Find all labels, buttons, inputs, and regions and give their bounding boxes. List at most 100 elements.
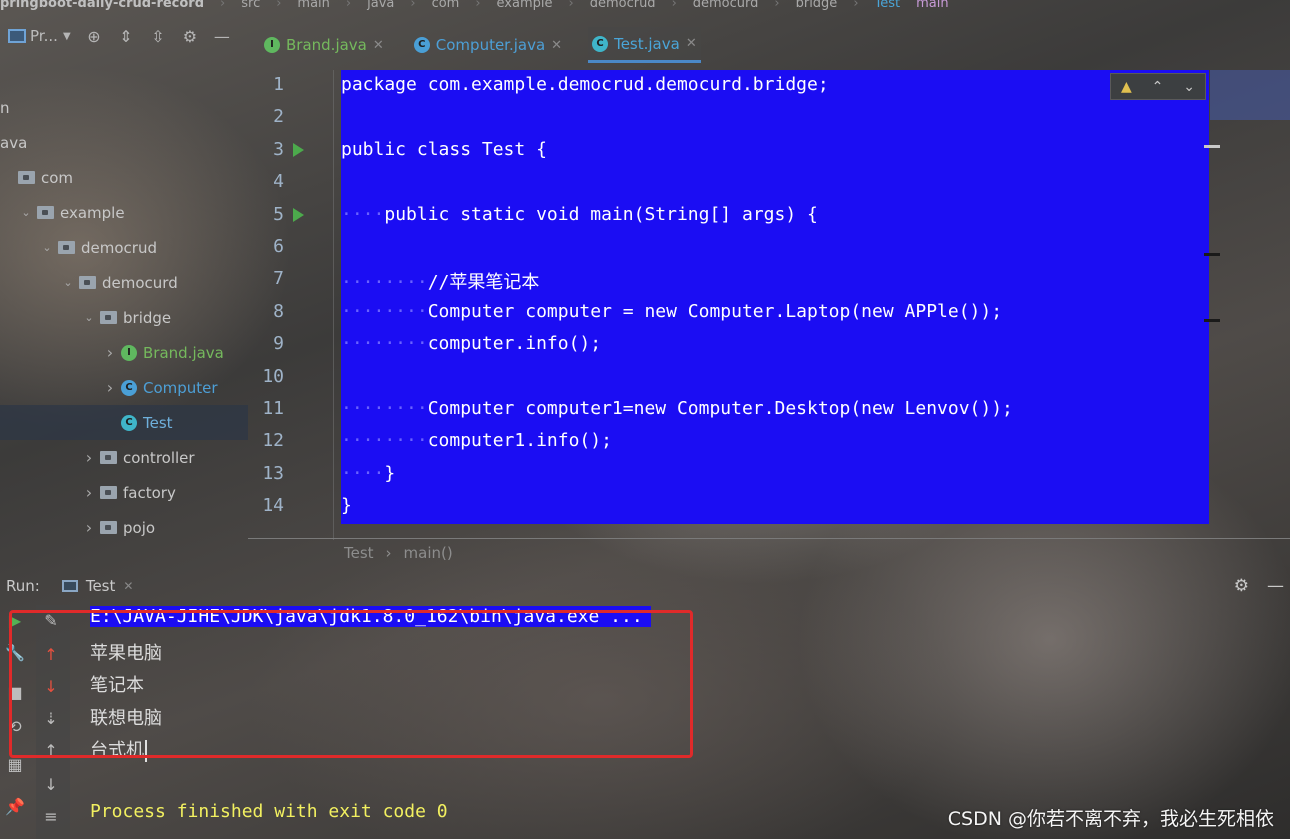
line-number: 10 <box>262 365 284 387</box>
chevron-right-icon: › <box>410 0 416 11</box>
code-text: package com.example.democrud.democurd.br… <box>341 74 829 95</box>
tree-item[interactable]: › controller <box>0 440 248 475</box>
code-line[interactable]: ········Computer computer = new Computer… <box>341 301 1002 333</box>
indent-guide: ········ <box>341 398 428 419</box>
tree-item-label: bridge <box>123 308 172 327</box>
prev-highlight-icon[interactable]: ⌃ <box>1152 79 1164 95</box>
inspection-widget[interactable]: ▲ ⌃ ⌄ <box>1110 73 1206 100</box>
code-line[interactable]: ········Computer computer1=new Computer.… <box>341 398 1013 430</box>
breadcrumb-item[interactable]: java <box>367 0 394 11</box>
class-icon: C <box>413 37 430 53</box>
next-highlight-icon[interactable]: ⌄ <box>1183 79 1195 95</box>
editor-tab[interactable]: C Test.java ✕ <box>588 27 701 63</box>
tree-item-label: Brand.java <box>143 343 224 362</box>
breadcrumb-file[interactable]: Test <box>875 0 901 11</box>
breadcrumb-item[interactable]: com <box>432 0 460 11</box>
soft-wrap-icon[interactable]: ≡ <box>36 807 66 826</box>
project-view-selector[interactable]: Pr... ▼ <box>8 27 72 45</box>
tree-item[interactable]: ⌄ bridge <box>0 300 248 335</box>
chevron-down-icon[interactable]: ⌄ <box>40 241 54 254</box>
gear-icon[interactable]: ⚙ <box>180 27 200 46</box>
code-line[interactable]: ····} <box>341 463 395 495</box>
breadcrumb-method[interactable]: main <box>916 0 948 11</box>
project-tree: n ava com ⌄ example ⌄ democrud ⌄ democurd ⌄ bridge… <box>0 90 248 545</box>
editor-crumb-method[interactable]: main() <box>404 544 453 562</box>
folder-icon <box>18 171 35 184</box>
runnable-class-icon: C <box>121 414 137 431</box>
editor-crumb-class[interactable]: Test <box>344 544 374 562</box>
code-line[interactable]: } <box>341 495 352 527</box>
tree-item[interactable]: › pojo <box>0 510 248 545</box>
line-number: 4 <box>273 171 284 193</box>
chevron-right-icon[interactable]: › <box>103 378 117 397</box>
code-line[interactable]: ····public static void main(String[] arg… <box>341 204 818 236</box>
expand-all-icon[interactable]: ⇕ <box>116 27 136 46</box>
line-number: 14 <box>262 495 284 517</box>
breadcrumb-item[interactable]: bridge <box>796 0 838 11</box>
tree-item[interactable]: ⌄ example <box>0 195 248 230</box>
project-view-label: Pr... <box>30 27 58 45</box>
indent-guide: ···· <box>341 462 385 484</box>
gear-icon[interactable]: ⚙ <box>1234 576 1249 596</box>
line-number: 9 <box>273 333 284 355</box>
close-icon[interactable]: ✕ <box>551 38 562 53</box>
code-text: computer.info(); <box>427 333 602 355</box>
collapse-all-icon[interactable]: ⇳ <box>148 27 168 46</box>
minimize-icon[interactable]: — <box>212 27 232 46</box>
chevron-down-icon[interactable]: ⌄ <box>61 276 75 289</box>
breadcrumb-item[interactable]: democrud <box>590 0 656 11</box>
folder-icon <box>100 451 117 464</box>
class-icon: C <box>121 379 137 396</box>
chevron-right-icon[interactable]: › <box>82 448 96 467</box>
tree-item[interactable]: › C Computer <box>0 370 248 405</box>
warning-icon[interactable]: ▲ <box>1121 79 1132 95</box>
breadcrumb-item[interactable]: main <box>297 0 329 11</box>
tree-item[interactable]: C Test <box>0 405 248 440</box>
code-line[interactable]: ········computer.info(); <box>341 333 601 365</box>
tree-item[interactable]: com <box>0 160 248 195</box>
chevron-right-icon: › <box>345 0 352 11</box>
code-line[interactable]: ········computer1.info(); <box>341 430 612 462</box>
line-number: 7 <box>273 268 284 290</box>
scroll-down-icon[interactable]: ↓ <box>36 775 66 794</box>
close-icon[interactable]: ✕ <box>123 579 133 593</box>
close-icon[interactable]: ✕ <box>373 38 384 53</box>
code-line[interactable]: package com.example.democrud.democurd.br… <box>341 74 829 106</box>
code-line[interactable]: public class Test { <box>341 139 547 171</box>
code-line[interactable]: ········//苹果笔记本 <box>341 268 539 300</box>
run-gutter-icon[interactable] <box>293 207 304 222</box>
run-tab-test[interactable]: Test ✕ <box>61 577 133 595</box>
run-gutter-icon[interactable] <box>293 142 304 157</box>
tree-item[interactable]: ⌄ democrud <box>0 230 248 265</box>
tree-item[interactable]: ava <box>0 125 248 160</box>
line-number: 13 <box>262 462 284 484</box>
editor-tab[interactable]: C Computer.java ✕ <box>410 27 566 63</box>
minimap[interactable] <box>1210 70 1290 120</box>
editor-tab[interactable]: I Brand.java ✕ <box>260 27 388 63</box>
tree-item[interactable]: › factory <box>0 475 248 510</box>
breadcrumb-item[interactable]: example <box>497 0 553 11</box>
code-text: computer1.info(); <box>427 430 612 452</box>
chevron-right-icon[interactable]: › <box>82 483 96 502</box>
tree-item[interactable]: › I Brand.java <box>0 335 248 370</box>
close-icon[interactable]: ✕ <box>686 36 697 51</box>
chevron-right-icon: › <box>475 0 481 11</box>
tree-item[interactable]: ⌄ democurd <box>0 265 248 300</box>
breadcrumb-project[interactable]: pringboot-daily-crud-record <box>0 0 204 11</box>
tree-item[interactable]: n <box>0 90 248 125</box>
chevron-down-icon[interactable]: ⌄ <box>82 311 96 324</box>
chevron-right-icon[interactable]: › <box>82 518 96 537</box>
code-editor[interactable]: 1 package com.example.democrud.democurd.b… <box>248 70 1210 540</box>
scroll-marker <box>1204 319 1220 322</box>
minimize-icon[interactable]: — <box>1267 576 1284 596</box>
breadcrumb-item[interactable]: src <box>241 0 260 11</box>
tree-item-label: ava <box>0 133 28 152</box>
breadcrumb-item[interactable]: democurd <box>693 0 759 11</box>
target-icon[interactable]: ⊕ <box>84 27 104 46</box>
tree-item-label: controller <box>123 448 195 467</box>
indent-guide: ········ <box>341 272 428 294</box>
editor-divider <box>248 538 1290 539</box>
chevron-right-icon[interactable]: › <box>103 343 117 362</box>
pin-icon[interactable]: 📌 <box>0 797 30 816</box>
chevron-down-icon[interactable]: ⌄ <box>19 206 33 219</box>
